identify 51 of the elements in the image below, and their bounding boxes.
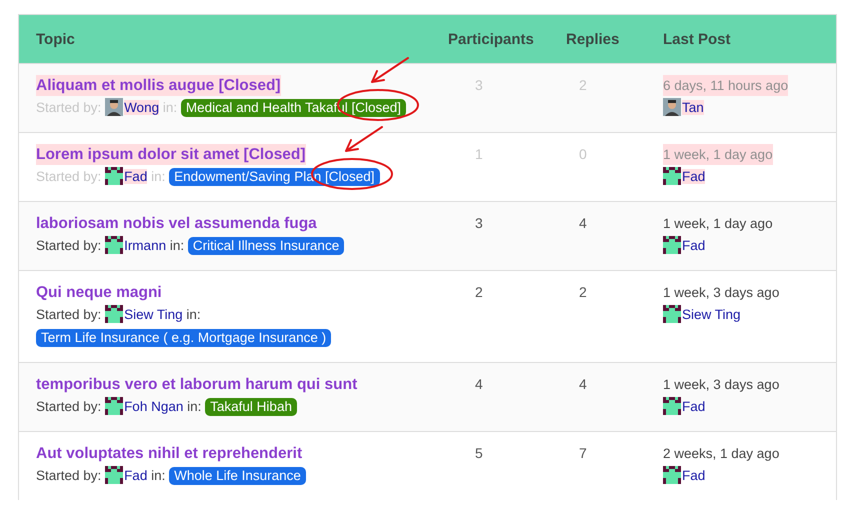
started-by-label: Started by: — [36, 169, 102, 184]
author-link[interactable]: Wong — [124, 100, 160, 115]
last-post-user[interactable]: Tan — [682, 100, 704, 115]
author-link[interactable]: Foh Ngan — [124, 399, 184, 414]
forum-tag[interactable]: Whole Life Insurance — [169, 467, 306, 485]
forum-tag[interactable]: Term Life Insurance ( e.g. Mortgage Insurance ) — [36, 329, 332, 347]
started-by-label: Started by: — [36, 468, 102, 483]
started-by-label: Started by: — [36, 399, 102, 414]
forum-tag[interactable]: Takaful Hibah — [205, 398, 297, 416]
topic-title[interactable]: temporibus vero et laborum harum qui sunt — [36, 374, 358, 395]
participants-count: 4 — [475, 376, 483, 392]
started-by-label: Started by: — [36, 238, 102, 253]
participants-header: Participants — [448, 30, 535, 48]
in-label: in: — [186, 307, 201, 322]
replies-count: 7 — [579, 445, 587, 461]
last-post-user[interactable]: Siew Ting — [682, 307, 741, 322]
author-link[interactable]: Siew Ting — [124, 307, 183, 322]
author-link[interactable]: Fad — [124, 468, 148, 483]
topic-title[interactable]: Aliquam et mollis augue [Closed] — [36, 75, 281, 96]
topic-header: Topic — [35, 30, 76, 48]
author-link[interactable]: Fad — [124, 169, 148, 184]
replies-header: Replies — [566, 30, 620, 48]
replies-count: 2 — [579, 284, 587, 300]
participants-count: 5 — [475, 445, 483, 461]
in-label: in: — [151, 169, 166, 184]
in-label: in: — [170, 238, 184, 253]
topic-title[interactable]: Aut voluptates nihil et reprehenderit — [36, 443, 302, 464]
last-post-user[interactable]: Fad — [682, 468, 706, 483]
topic-title[interactable]: Lorem ipsum dolor sit amet [Closed] — [36, 144, 306, 165]
in-label: in: — [151, 468, 166, 483]
participants-count: 3 — [475, 215, 483, 231]
last-post-time[interactable]: 1 week, 1 day ago — [663, 213, 773, 234]
topic-title[interactable]: Qui neque magni — [36, 282, 162, 303]
last-post-time[interactable]: 1 week, 3 days ago — [663, 374, 780, 395]
started-by-label: Started by: — [36, 307, 102, 322]
last-post-user[interactable]: Fad — [682, 399, 706, 414]
replies-count: 4 — [579, 215, 587, 231]
last-post-user[interactable]: Fad — [682, 169, 706, 184]
last-post-user[interactable]: Fad — [682, 238, 706, 253]
participants-count: 1 — [475, 146, 483, 162]
annotation-arrow — [368, 56, 410, 86]
in-label: in: — [187, 399, 202, 414]
replies-count: 0 — [579, 146, 587, 162]
last-post-time[interactable]: 1 week, 3 days ago — [663, 282, 780, 303]
author-link[interactable]: Irmann — [124, 238, 166, 253]
last-post-header: Last Post — [662, 30, 732, 48]
last-post-time[interactable]: 2 weeks, 1 day ago — [663, 443, 780, 464]
participants-count: 2 — [475, 284, 483, 300]
replies-count: 4 — [579, 376, 587, 392]
forum-tag[interactable]: Critical Illness Insurance — [188, 237, 344, 255]
topic-title[interactable]: laboriosam nobis vel assumenda fuga — [36, 213, 317, 234]
